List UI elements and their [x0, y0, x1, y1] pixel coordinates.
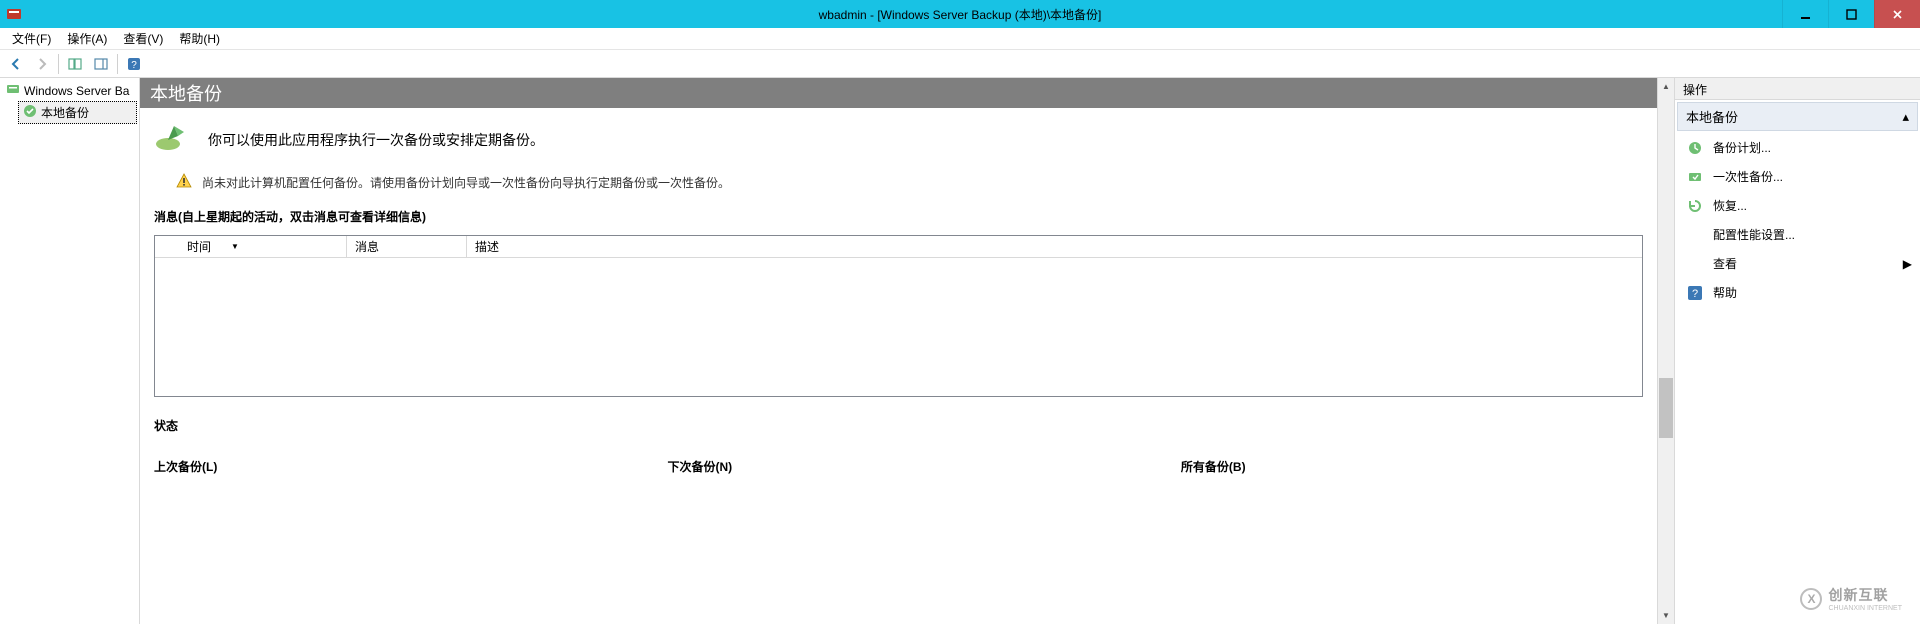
blank-icon — [1687, 227, 1703, 243]
backup-once-icon — [1687, 169, 1703, 185]
help-button[interactable]: ? — [122, 52, 146, 76]
menu-view[interactable]: 查看(V) — [115, 28, 171, 49]
action-backup-schedule-label: 备份计划... — [1713, 139, 1771, 156]
menu-action[interactable]: 操作(A) — [59, 28, 115, 49]
toolbar-separator — [117, 54, 118, 74]
maximize-button[interactable] — [1828, 0, 1874, 28]
scroll-up-icon[interactable]: ▲ — [1658, 78, 1674, 95]
actions-pane-title: 操作 — [1675, 78, 1920, 100]
blank-icon — [1687, 256, 1703, 272]
column-message[interactable]: 消息 — [347, 236, 467, 257]
menu-file[interactable]: 文件(F) — [4, 28, 59, 49]
content-scrollbar[interactable]: ▲ ▼ — [1657, 78, 1674, 624]
intro-text: 你可以使用此应用程序执行一次备份或安排定期备份。 — [208, 130, 544, 150]
action-backup-once-label: 一次性备份... — [1713, 168, 1783, 185]
scroll-down-icon[interactable]: ▼ — [1658, 607, 1674, 624]
actions-group-label: 本地备份 — [1686, 107, 1738, 126]
action-configure-performance-label: 配置性能设置... — [1713, 226, 1795, 243]
column-description[interactable]: 描述 — [467, 236, 1642, 257]
backup-wizard-icon — [154, 122, 190, 157]
toolbar: ? — [0, 50, 1920, 78]
toolbar-separator — [58, 54, 59, 74]
messages-header-row: 时间▼ 消息 描述 — [155, 236, 1642, 258]
action-configure-performance[interactable]: 配置性能设置... — [1675, 220, 1920, 249]
actions-group-header[interactable]: 本地备份 ▴ — [1677, 102, 1918, 131]
local-backup-icon — [23, 104, 37, 121]
tree-local-backup-label: 本地备份 — [41, 104, 89, 121]
menu-bar: 文件(F) 操作(A) 查看(V) 帮助(H) — [0, 28, 1920, 50]
svg-text:?: ? — [131, 60, 137, 71]
content-area: 本地备份 你可以使用此应用程序执行一次备份或安排定期备份。 尚未对此计算机配置任… — [140, 78, 1657, 624]
nav-forward-button[interactable] — [30, 52, 54, 76]
messages-section-label: 消息(自上星期起的活动，双击消息可查看详细信息) — [140, 198, 1657, 231]
status-section-label: 状态 — [154, 417, 1643, 434]
action-help-label: 帮助 — [1713, 284, 1737, 301]
show-hide-tree-button[interactable] — [63, 52, 87, 76]
tree-local-backup-node[interactable]: 本地备份 — [18, 101, 137, 124]
action-recover-label: 恢复... — [1713, 197, 1747, 214]
close-button[interactable] — [1874, 0, 1920, 28]
tree-root-label: Windows Server Ba — [24, 84, 129, 98]
action-backup-once[interactable]: 一次性备份... — [1675, 162, 1920, 191]
show-hide-actions-button[interactable] — [89, 52, 113, 76]
actions-pane: 操作 本地备份 ▴ 备份计划... 一次性备份... 恢复... 配置性能设置.… — [1674, 78, 1920, 624]
watermark-logo-icon: X — [1800, 588, 1822, 610]
nav-back-button[interactable] — [4, 52, 28, 76]
watermark: X 创新互联 CHUANXIN INTERNET — [1800, 585, 1902, 612]
sort-desc-icon: ▼ — [231, 242, 239, 251]
column-icon[interactable] — [155, 236, 179, 257]
warning-icon — [176, 173, 192, 192]
menu-help[interactable]: 帮助(H) — [171, 28, 228, 49]
app-icon — [6, 6, 22, 22]
all-backups-label: 所有备份(B) — [1181, 458, 1643, 475]
schedule-icon — [1687, 140, 1703, 156]
action-view-label: 查看 — [1713, 255, 1737, 272]
column-time[interactable]: 时间▼ — [179, 236, 347, 257]
action-view-submenu[interactable]: 查看 ▶ — [1675, 249, 1920, 278]
action-backup-schedule[interactable]: 备份计划... — [1675, 133, 1920, 162]
watermark-brand: 创新互联 — [1828, 585, 1902, 605]
content-header-text: 本地备份 — [150, 80, 222, 106]
watermark-sub: CHUANXIN INTERNET — [1828, 605, 1902, 612]
last-backup-label: 上次备份(L) — [154, 458, 667, 475]
messages-table[interactable]: 时间▼ 消息 描述 — [154, 235, 1643, 397]
action-help[interactable]: ? 帮助 — [1675, 278, 1920, 307]
help-icon: ? — [1687, 285, 1703, 301]
recover-icon — [1687, 198, 1703, 214]
scroll-thumb[interactable] — [1659, 378, 1673, 438]
next-backup-label: 下次备份(N) — [667, 458, 1180, 475]
window-title: wbadmin - [Windows Server Backup (本地)\本地… — [819, 6, 1102, 23]
server-backup-icon — [6, 82, 20, 99]
collapse-icon: ▴ — [1902, 109, 1909, 125]
console-tree[interactable]: Windows Server Ba 本地备份 — [0, 78, 140, 624]
content-header: 本地备份 — [140, 78, 1657, 108]
window-title-bar: wbadmin - [Windows Server Backup (本地)\本地… — [0, 0, 1920, 28]
submenu-arrow-icon: ▶ — [1903, 257, 1912, 271]
action-recover[interactable]: 恢复... — [1675, 191, 1920, 220]
warning-text: 尚未对此计算机配置任何备份。请使用备份计划向导或一次性备份向导执行定期备份或一次… — [202, 174, 730, 191]
svg-text:?: ? — [1692, 288, 1698, 300]
minimize-button[interactable] — [1782, 0, 1828, 28]
tree-root-node[interactable]: Windows Server Ba — [2, 80, 137, 101]
